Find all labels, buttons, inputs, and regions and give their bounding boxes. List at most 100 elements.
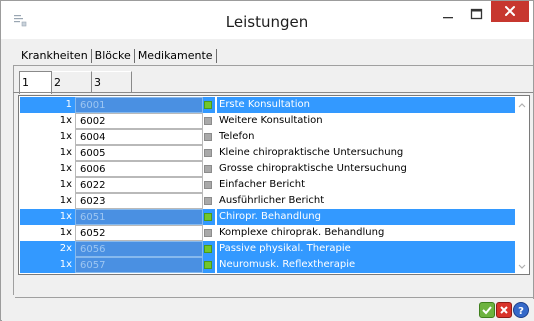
main-tab-strip: Krankheiten Blöcke Medikamente bbox=[19, 47, 218, 64]
vertical-scrollbar[interactable] bbox=[515, 97, 529, 274]
status-square-icon bbox=[204, 261, 212, 269]
qty-cell[interactable]: 2x bbox=[20, 241, 75, 257]
status-marker bbox=[203, 257, 215, 273]
scroll-down-arrow[interactable] bbox=[516, 262, 528, 272]
status-marker bbox=[203, 193, 215, 209]
maximize-button[interactable] bbox=[463, 4, 489, 26]
status-square-icon bbox=[204, 181, 212, 189]
services-grid: 1 6001 Erste Konsultation 1x 6002 Weiter… bbox=[18, 95, 530, 275]
status-square-icon bbox=[204, 197, 212, 205]
description-cell[interactable]: Kleine chiropraktische Untersuchung bbox=[217, 145, 515, 161]
table-row[interactable]: 1x 6022 Einfacher Bericht bbox=[20, 177, 516, 193]
tab-separator bbox=[215, 48, 217, 63]
title-bar: Leistungen bbox=[1, 1, 533, 39]
status-square-icon bbox=[204, 213, 212, 221]
code-cell[interactable]: 6006 bbox=[75, 161, 203, 177]
qty-cell[interactable]: 1x bbox=[20, 257, 75, 273]
maximize-icon bbox=[470, 8, 483, 20]
description-cell[interactable]: Chiropr. Behandlung bbox=[217, 209, 515, 225]
status-square-icon bbox=[204, 229, 212, 237]
code-cell[interactable]: 6056 bbox=[75, 241, 203, 257]
scroll-up-arrow[interactable] bbox=[516, 100, 528, 110]
code-cell[interactable]: 6002 bbox=[75, 113, 203, 129]
code-cell[interactable]: 6023 bbox=[75, 193, 203, 209]
qty-cell[interactable]: 1x bbox=[20, 209, 75, 225]
table-row[interactable]: 1x 6052 Komplexe chiroprak. Behandlung bbox=[20, 225, 516, 241]
status-square-icon bbox=[204, 101, 212, 109]
status-square-icon bbox=[204, 149, 212, 157]
chevron-down-icon bbox=[518, 264, 526, 269]
qty-cell[interactable]: 1 bbox=[20, 97, 75, 113]
sub-tab-strip: 1 2 3 bbox=[19, 71, 132, 94]
status-square-icon bbox=[204, 133, 212, 141]
cancel-button[interactable] bbox=[496, 302, 512, 318]
table-row[interactable]: 1x 6004 Telefon bbox=[20, 129, 516, 145]
panel-bottom-border bbox=[15, 297, 533, 298]
description-cell[interactable]: Ausführlicher Bericht bbox=[217, 193, 515, 209]
subtab-2[interactable]: 2 bbox=[52, 71, 92, 93]
description-cell[interactable]: Einfacher Bericht bbox=[217, 177, 515, 193]
code-cell[interactable]: 6001 bbox=[75, 97, 203, 113]
ok-button[interactable] bbox=[479, 302, 495, 318]
description-cell[interactable]: Grosse chiropraktische Untersuchung bbox=[217, 161, 515, 177]
table-row[interactable]: 1x 6006 Grosse chiropraktische Untersuch… bbox=[20, 161, 516, 177]
status-marker bbox=[203, 225, 215, 241]
tab-bloecke[interactable]: Blöcke bbox=[93, 47, 133, 64]
tab-separator bbox=[90, 48, 92, 63]
qty-cell[interactable]: 1x bbox=[20, 129, 75, 145]
qty-cell[interactable]: 1x bbox=[20, 145, 75, 161]
qty-cell[interactable]: 1x bbox=[20, 225, 75, 241]
subtab-divider bbox=[13, 92, 533, 93]
code-cell[interactable]: 6052 bbox=[75, 225, 203, 241]
tab-krankheiten[interactable]: Krankheiten bbox=[19, 47, 90, 64]
status-marker bbox=[203, 209, 215, 225]
qty-cell[interactable]: 1x bbox=[20, 161, 75, 177]
description-cell[interactable]: Weitere Konsultation bbox=[217, 113, 515, 129]
cancel-x-icon bbox=[500, 306, 508, 314]
status-marker bbox=[203, 129, 215, 145]
close-button[interactable] bbox=[491, 1, 529, 22]
code-cell[interactable]: 6057 bbox=[75, 257, 203, 273]
tab-separator bbox=[133, 48, 135, 63]
table-row[interactable]: 1x 6051 Chiropr. Behandlung bbox=[20, 209, 516, 225]
help-button[interactable]: ? bbox=[513, 302, 529, 318]
subtab-1[interactable]: 1 bbox=[19, 71, 52, 94]
description-cell[interactable]: Passive physikal. Therapie bbox=[217, 241, 515, 257]
status-marker bbox=[203, 177, 215, 193]
status-square-icon bbox=[204, 117, 212, 125]
code-cell[interactable]: 6022 bbox=[75, 177, 203, 193]
qty-cell[interactable]: 1x bbox=[20, 113, 75, 129]
description-cell[interactable]: Neuromusk. Reflextherapie bbox=[217, 257, 515, 273]
minimize-icon bbox=[443, 17, 453, 19]
minimize-button[interactable] bbox=[433, 4, 463, 26]
status-marker bbox=[203, 241, 215, 257]
help-icon: ? bbox=[518, 306, 524, 317]
leistungen-window: Leistungen Krankheiten Blöcke Medikament… bbox=[0, 0, 534, 321]
checkmark-icon bbox=[482, 306, 492, 315]
status-square-icon bbox=[204, 245, 212, 253]
code-cell[interactable]: 6005 bbox=[75, 145, 203, 161]
qty-cell[interactable]: 1x bbox=[20, 177, 75, 193]
table-row[interactable]: 1x 6057 Neuromusk. Reflextherapie bbox=[20, 257, 516, 273]
qty-cell[interactable]: 1x bbox=[20, 193, 75, 209]
table-row[interactable]: 1 6001 Erste Konsultation bbox=[20, 97, 516, 113]
chevron-up-icon bbox=[518, 103, 526, 108]
table-row[interactable]: 1x 6002 Weitere Konsultation bbox=[20, 113, 516, 129]
status-marker bbox=[203, 145, 215, 161]
close-icon bbox=[505, 6, 515, 16]
table-row[interactable]: 1x 6005 Kleine chiropraktische Untersuch… bbox=[20, 145, 516, 161]
code-cell[interactable]: 6004 bbox=[75, 129, 203, 145]
table-row[interactable]: 1x 6023 Ausführlicher Bericht bbox=[20, 193, 516, 209]
table-row[interactable]: 2x 6056 Passive physikal. Therapie bbox=[20, 241, 516, 257]
status-marker bbox=[203, 97, 215, 113]
code-cell[interactable]: 6051 bbox=[75, 209, 203, 225]
subtab-3[interactable]: 3 bbox=[92, 71, 132, 93]
description-cell[interactable]: Komplexe chiroprak. Behandlung bbox=[217, 225, 515, 241]
status-marker bbox=[203, 161, 215, 177]
status-bar: ? bbox=[2, 299, 534, 321]
status-square-icon bbox=[204, 165, 212, 173]
description-cell[interactable]: Telefon bbox=[217, 129, 515, 145]
tab-medikamente[interactable]: Medikamente bbox=[136, 47, 215, 64]
status-marker bbox=[203, 113, 215, 129]
description-cell[interactable]: Erste Konsultation bbox=[217, 97, 515, 113]
